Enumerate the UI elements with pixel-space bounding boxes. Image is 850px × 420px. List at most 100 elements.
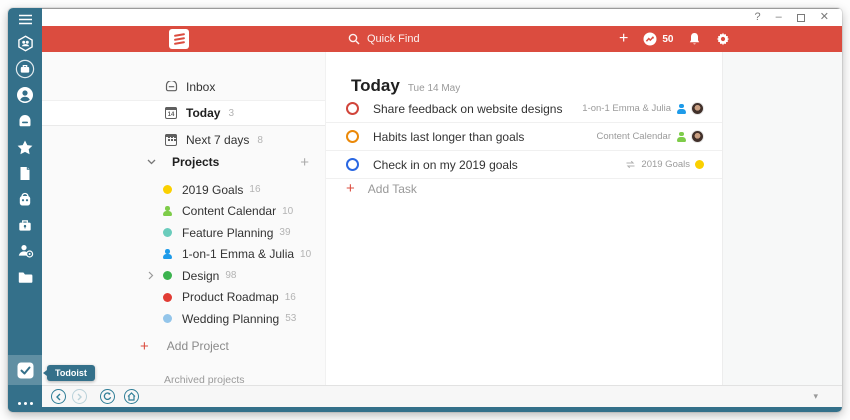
task-project-label[interactable]: Content Calendar: [597, 131, 671, 142]
shared-project-icon: [162, 206, 172, 216]
lock-briefcase-icon[interactable]: [8, 212, 42, 238]
people-search-icon[interactable]: [8, 238, 42, 264]
book-icon[interactable]: [8, 160, 42, 186]
project-color-dot: [163, 271, 172, 280]
sidebar-item-label: Next 7 days: [186, 133, 249, 147]
minimize-icon[interactable]: –: [776, 12, 782, 23]
calendar-today-icon: 14: [164, 107, 178, 119]
sidebar-item-inbox[interactable]: Inbox: [42, 74, 325, 100]
task-title: Share feedback on website designs: [373, 102, 582, 116]
project-item[interactable]: Design 98: [42, 265, 325, 287]
add-project-button[interactable]: + Add Project: [42, 333, 325, 359]
task-project-label[interactable]: 1-on-1 Emma & Julia: [582, 103, 671, 114]
profile-avatar-icon[interactable]: [8, 82, 42, 108]
browser-nav-bar: ▾: [42, 385, 842, 407]
forward-button[interactable]: [72, 389, 87, 404]
briefcase-service-icon[interactable]: [8, 56, 42, 82]
karma-indicator[interactable]: 50: [643, 32, 673, 46]
inbox-icon: [164, 81, 178, 93]
home-button[interactable]: [124, 389, 139, 404]
task-complete-circle[interactable]: [346, 130, 359, 143]
project-name: Product Roadmap: [182, 290, 279, 304]
project-item[interactable]: Feature Planning 39: [42, 222, 325, 244]
project-color-dot: [695, 160, 704, 169]
task-title: Habits last longer than goals: [373, 130, 597, 144]
tray-bag-icon[interactable]: [8, 108, 42, 134]
task-row[interactable]: Habits last longer than goals Content Ca…: [326, 123, 722, 151]
plus-icon: +: [346, 180, 355, 197]
project-item[interactable]: Content Calendar 10: [42, 201, 325, 223]
expand-chevron-icon[interactable]: [148, 271, 160, 280]
view-title: Today: [351, 76, 400, 96]
maximize-icon[interactable]: [797, 14, 805, 22]
back-button[interactable]: [51, 389, 66, 404]
todoist-logo: [169, 29, 189, 49]
search-icon: [348, 33, 360, 45]
calendar-week-icon: [164, 134, 178, 146]
add-project-plus-icon[interactable]: +: [300, 154, 309, 171]
active-app-todoist[interactable]: [8, 355, 42, 385]
app-rail: [8, 8, 42, 412]
settings-gear-icon[interactable]: [716, 32, 730, 46]
chevron-down-icon[interactable]: [146, 159, 156, 165]
more-apps-button[interactable]: [8, 402, 42, 405]
expand-chevron-icon[interactable]: ▾: [813, 391, 818, 402]
projects-title: Projects: [172, 155, 219, 169]
plus-icon: +: [140, 338, 149, 355]
sidebar-item-label: Today: [186, 106, 220, 120]
project-color-dot: [163, 228, 172, 237]
task-project-label[interactable]: 2019 Goals: [641, 159, 690, 170]
project-name: Feature Planning: [182, 226, 273, 240]
assignee-avatar[interactable]: [691, 130, 704, 143]
project-name: 1-on-1 Emma & Julia: [182, 247, 294, 261]
notifications-bell-icon[interactable]: [688, 32, 701, 46]
right-gutter: [722, 52, 842, 385]
shared-project-icon: [676, 104, 686, 114]
app-tooltip: Todoist: [47, 365, 95, 381]
karma-points: 50: [662, 34, 673, 45]
window-bottom-edge: [8, 407, 842, 412]
task-complete-circle[interactable]: [346, 102, 359, 115]
project-item[interactable]: 1-on-1 Emma & Julia 10: [42, 244, 325, 266]
task-row[interactable]: Share feedback on website designs 1-on-1…: [326, 95, 722, 123]
task-complete-circle[interactable]: [346, 158, 359, 171]
project-name: Wedding Planning: [182, 312, 279, 326]
menu-icon[interactable]: [8, 8, 42, 30]
recurring-icon: [625, 160, 636, 169]
view-date: Tue 14 May: [408, 83, 460, 94]
add-task-icon[interactable]: +: [619, 31, 628, 47]
sidebar-item-label: Inbox: [186, 80, 215, 94]
project-name: Design: [182, 269, 219, 283]
project-item[interactable]: Product Roadmap 16: [42, 287, 325, 309]
contacts-hexagon-icon[interactable]: [8, 30, 42, 56]
project-item[interactable]: 2019 Goals 16: [42, 179, 325, 201]
backpack-icon[interactable]: [8, 186, 42, 212]
project-color-dot: [163, 185, 172, 194]
task-title: Check in on my 2019 goals: [373, 158, 625, 172]
sidebar-item-today[interactable]: 14 Today 3: [42, 100, 325, 126]
task-view: Today Tue 14 May Share feedback on websi…: [325, 52, 722, 385]
folder-icon[interactable]: [8, 264, 42, 290]
assignee-avatar[interactable]: [691, 102, 704, 115]
project-color-dot: [163, 314, 172, 323]
project-color-dot: [163, 293, 172, 302]
star-icon[interactable]: [8, 134, 42, 160]
app-window: Todoist ? – ✕ Quick Find + 50: [8, 8, 842, 412]
help-icon[interactable]: ?: [755, 12, 761, 23]
shared-project-icon: [162, 249, 172, 259]
shared-project-icon: [676, 132, 686, 142]
add-task-button[interactable]: + Add Task: [346, 180, 417, 197]
window-titlebar: ? – ✕: [42, 8, 842, 26]
app-header: Quick Find + 50: [42, 26, 842, 52]
karma-trend-icon: [643, 32, 657, 46]
quick-find-search[interactable]: Quick Find: [348, 26, 420, 52]
project-item[interactable]: Wedding Planning 53: [42, 308, 325, 330]
task-row[interactable]: Check in on my 2019 goals 2019 Goals: [326, 151, 722, 179]
project-name: Content Calendar: [182, 204, 276, 218]
projects-section-header[interactable]: Projects +: [42, 149, 325, 175]
search-placeholder: Quick Find: [367, 33, 420, 45]
todoist-sidebar: Inbox 14 Today 3 Next 7 days 8: [42, 52, 325, 385]
close-icon[interactable]: ✕: [820, 12, 829, 23]
todoist-check-icon: [17, 362, 34, 379]
reload-button[interactable]: [100, 389, 115, 404]
